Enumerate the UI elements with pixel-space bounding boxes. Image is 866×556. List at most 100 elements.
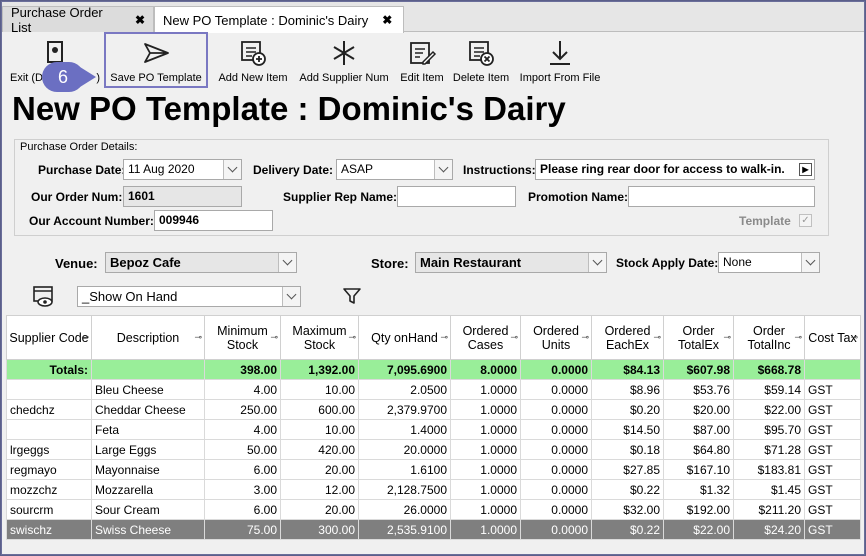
table-cell[interactable]: 0.0000 [520,499,592,520]
table-cell[interactable]: 1.0000 [450,419,521,440]
close-icon[interactable]: ✖ [382,13,392,27]
table-cell[interactable]: $167.10 [663,459,734,480]
table-cell[interactable]: 4.00 [204,379,281,400]
table-cell[interactable]: 1.0000 [450,519,521,540]
table-cell[interactable]: regmayo [6,459,92,480]
table-cell[interactable]: sourcrm [6,499,92,520]
venue-select[interactable]: Bepoz Cafe [105,252,297,273]
table-row[interactable]: mozzchz Mozzarella 3.00 12.00 2,128.7500 1.00… [6,479,861,500]
table-cell[interactable]: $71.28 [733,439,805,460]
totals-row[interactable]: Totals: 398.00 1,392.00 7,095.6900 8.0000 0.0… [6,359,861,380]
table-cell[interactable]: 0.0000 [520,379,592,400]
pin-icon[interactable]: ⊸ [581,330,589,344]
chevron-down-icon[interactable] [223,160,241,179]
table-cell[interactable]: Mayonnaise [91,459,205,480]
table-cell[interactable]: mozzchz [6,479,92,500]
pin-icon[interactable]: ⊸ [270,330,278,344]
table-cell[interactable]: 10.00 [280,379,359,400]
table-cell[interactable]: 1,392.00 [280,359,359,380]
table-cell[interactable]: 75.00 [204,519,281,540]
table-cell[interactable]: Mozzarella [91,479,205,500]
table-cell[interactable]: $1.45 [733,479,805,500]
chevron-down-icon[interactable] [282,287,300,306]
table-cell[interactable]: $0.22 [591,479,664,500]
table-cell[interactable]: $87.00 [663,419,734,440]
table-cell[interactable]: $64.80 [663,439,734,460]
pin-icon[interactable]: ⊸ [723,330,731,344]
edit-item-button[interactable]: Edit Item [396,38,448,88]
tab-purchase-order-list[interactable]: Purchase Order List ✖ [2,5,154,35]
table-cell[interactable]: $24.20 [733,519,805,540]
table-cell[interactable]: $0.22 [591,519,664,540]
table-cell[interactable]: 8.0000 [450,359,521,380]
table-cell[interactable] [6,379,92,400]
table-cell[interactable]: 12.00 [280,479,359,500]
table-cell[interactable]: GST [804,459,861,480]
table-cell[interactable]: GST [804,479,861,500]
table-cell[interactable]: GST [804,419,861,440]
table-cell[interactable]: $183.81 [733,459,805,480]
table-cell[interactable]: $22.00 [733,399,805,420]
pin-icon[interactable]: ⊸ [850,330,858,344]
table-cell[interactable]: 20.00 [280,499,359,520]
table-row[interactable]: regmayo Mayonnaise 6.00 20.00 1.6100 1.0000 0.… [6,459,861,480]
table-cell[interactable] [6,419,92,440]
template-checkbox[interactable]: ✓ [799,214,812,227]
chevron-down-icon[interactable] [588,253,606,272]
col-header-order-totalex[interactable]: Order TotalEx ⊸ [663,315,734,360]
pin-icon[interactable]: ⊸ [348,330,356,344]
table-cell[interactable]: $53.76 [663,379,734,400]
table-cell[interactable]: 1.0000 [450,499,521,520]
table-cell[interactable]: GST [804,519,861,540]
col-header-ordered-cases[interactable]: Ordered Cases ⊸ [450,315,521,360]
table-cell[interactable]: $27.85 [591,459,664,480]
save-po-template-button[interactable]: Save PO Template [104,32,208,88]
table-cell[interactable]: lrgeggs [6,439,92,460]
table-cell[interactable]: Totals: [6,359,92,380]
table-cell[interactable]: 6.00 [204,459,281,480]
table-cell[interactable]: 0.0000 [520,519,592,540]
table-cell[interactable]: $192.00 [663,499,734,520]
col-header-order-totalinc[interactable]: Order TotalInc ⊸ [733,315,805,360]
table-cell[interactable]: 1.6100 [358,459,451,480]
col-header-supplier-code[interactable]: Supplier Code ⊸ [6,315,92,360]
table-cell[interactable]: Large Eggs [91,439,205,460]
pin-icon[interactable]: ⊸ [653,330,661,344]
table-cell[interactable]: 26.0000 [358,499,451,520]
table-cell[interactable]: $20.00 [663,399,734,420]
table-cell[interactable]: GST [804,439,861,460]
table-cell[interactable]: 7,095.6900 [358,359,451,380]
col-header-maximum-stock[interactable]: Maximum Stock ⊸ [280,315,359,360]
delivery-date-field[interactable]: ASAP [336,159,453,180]
table-cell[interactable]: $84.13 [591,359,664,380]
table-cell[interactable]: 2,379.9700 [358,399,451,420]
table-cell[interactable]: $14.50 [591,419,664,440]
table-cell[interactable]: 2,535.9100 [358,519,451,540]
table-cell[interactable]: $59.14 [733,379,805,400]
table-cell[interactable]: 1.4000 [358,419,451,440]
table-cell[interactable]: $668.78 [733,359,805,380]
table-cell[interactable]: GST [804,379,861,400]
account-number-field[interactable]: 009946 [154,210,273,231]
store-select[interactable]: Main Restaurant [415,252,607,273]
table-row[interactable]: chedchz Cheddar Cheese 250.00 600.00 2,379.9… [6,399,861,420]
table-cell[interactable]: 1.0000 [450,399,521,420]
pin-icon[interactable]: ⊸ [510,330,518,344]
table-cell[interactable]: Swiss Cheese [91,519,205,540]
table-cell[interactable]: 398.00 [204,359,281,380]
table-row[interactable]: swischz Swiss Cheese 75.00 300.00 2,535.9100… [6,519,861,540]
add-new-item-button[interactable]: Add New Item [216,38,290,88]
table-cell[interactable]: 4.00 [204,419,281,440]
table-row[interactable]: lrgeggs Large Eggs 50.00 420.00 20.0000 1.000… [6,439,861,460]
view-select[interactable]: _Show On Hand [77,286,301,307]
table-cell[interactable] [91,359,205,380]
table-cell[interactable]: GST [804,399,861,420]
table-cell[interactable]: 6.00 [204,499,281,520]
pin-icon[interactable]: ⊸ [81,330,89,344]
view-icon[interactable] [32,284,56,308]
table-cell[interactable]: 3.00 [204,479,281,500]
delete-item-button[interactable]: Delete Item [450,38,512,88]
pin-icon[interactable]: ⊸ [794,330,802,344]
table-cell[interactable]: $32.00 [591,499,664,520]
table-cell[interactable]: 0.0000 [520,419,592,440]
